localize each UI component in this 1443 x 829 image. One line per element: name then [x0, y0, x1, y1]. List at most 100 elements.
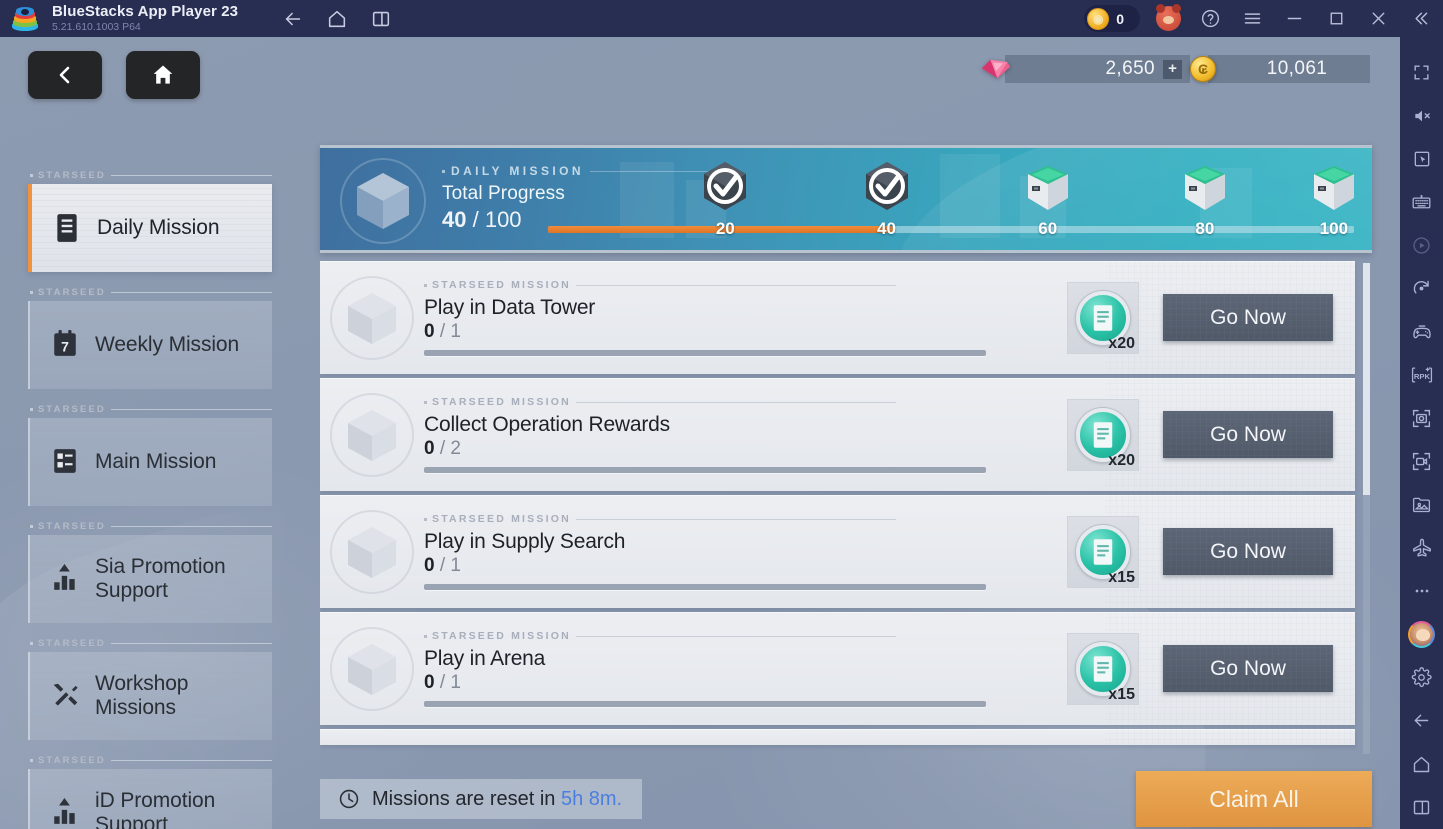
rotate-icon[interactable] [1400, 267, 1443, 310]
minimize-icon[interactable] [1281, 6, 1307, 32]
bar-chart-up-icon [52, 798, 80, 828]
collapse-rail-icon[interactable] [1407, 6, 1433, 32]
back-arrow-icon[interactable] [282, 8, 304, 30]
game-back-button[interactable] [28, 51, 102, 99]
go-now-button[interactable]: Go Now [1163, 528, 1333, 575]
total-progress-banner: DAILY MISSION Total Progress 40 / 100 20… [320, 145, 1372, 253]
reward-node-100[interactable]: 100 [1304, 166, 1364, 239]
mascot-avatar-icon[interactable] [1156, 4, 1181, 31]
fullscreen-icon[interactable] [1400, 51, 1443, 94]
tag-dot-icon [30, 525, 33, 528]
scrollbar-thumb[interactable] [1363, 263, 1370, 495]
sidebar-item-id-promotion-support[interactable]: iD Promotion Support [28, 769, 272, 829]
tag-dot-icon [30, 759, 33, 762]
mission-reward[interactable]: x15 [1067, 632, 1139, 705]
gamepad-icon[interactable] [1400, 310, 1443, 353]
coin-currency-group[interactable]: ₢ 10,061 [1190, 55, 1370, 83]
gem-icon [981, 59, 1011, 79]
cursor-pointer-icon[interactable] [1400, 137, 1443, 180]
reward-node-40[interactable]: 40 [857, 162, 917, 239]
mission-total: 1 [450, 321, 461, 342]
reward-node-60[interactable]: 60 [1018, 166, 1078, 239]
sidebar-item-daily-mission[interactable]: Daily Mission [28, 184, 272, 272]
sidebar-item-main-mission[interactable]: Main Mission [28, 418, 272, 506]
sidebar-item-label: Workshop Missions [95, 672, 189, 719]
gem-currency-group[interactable]: 2,650 + [979, 55, 1190, 83]
mission-tag-label: STARSEED MISSION [432, 279, 571, 291]
table-row-partial[interactable] [320, 729, 1355, 745]
bluestacks-points-coin-icon: ◉ [1087, 7, 1110, 30]
android-home-icon[interactable] [1400, 743, 1443, 786]
multi-instance-icon[interactable] [370, 8, 392, 30]
tag-rule [110, 526, 272, 527]
category-tag-label: STARSEED [38, 170, 106, 181]
banner-tag-label: DAILY MISSION [451, 164, 584, 178]
game-home-button[interactable] [126, 51, 200, 99]
mission-info: STARSEED MISSION Play in Data Tower 0 / … [424, 279, 1067, 356]
mission-tag-label: STARSEED MISSION [432, 513, 571, 525]
hamburger-menu-icon[interactable] [1239, 6, 1265, 32]
category-tag: STARSEED [28, 403, 272, 416]
settings-gear-icon[interactable] [1400, 656, 1443, 699]
eco-mode-icon[interactable] [1400, 526, 1443, 569]
titlebar-right-group: ◉ 0 [1084, 4, 1443, 32]
tag-dot-icon [424, 517, 427, 521]
user-avatar-icon[interactable] [1400, 613, 1443, 656]
category-tag: STARSEED [28, 637, 272, 650]
maximize-icon[interactable] [1323, 6, 1349, 32]
help-icon[interactable] [1197, 6, 1223, 32]
chest-unclaimed-icon [1019, 160, 1077, 223]
category-block-weekly: STARSEED 7 Weekly Mission [28, 286, 272, 389]
table-row[interactable]: STARSEED MISSION Play in Data Tower 0 / … [320, 261, 1355, 374]
tag-rule [575, 284, 896, 286]
mission-title: Play in Arena [424, 647, 546, 670]
mission-total: 2 [450, 438, 461, 459]
android-back-icon[interactable] [1400, 699, 1443, 742]
banner-cube-icon [340, 158, 426, 244]
reset-timer: Missions are reset in 5h 8m. [320, 779, 643, 819]
node-label: 60 [1038, 219, 1058, 238]
mission-progress-bar [424, 701, 986, 707]
reward-node-20[interactable]: 20 [695, 162, 755, 239]
reward-node-80[interactable]: 80 [1175, 166, 1235, 239]
tag-rule [575, 401, 896, 403]
sidebar-item-label: Weekly Mission [95, 333, 240, 357]
mute-icon[interactable] [1400, 94, 1443, 137]
table-row[interactable]: STARSEED MISSION Play in Supply Search 0… [320, 495, 1355, 608]
sidebar-item-weekly-mission[interactable]: 7 Weekly Mission [28, 301, 272, 389]
macro-play-icon[interactable] [1400, 224, 1443, 267]
media-manager-icon[interactable] [1400, 483, 1443, 526]
table-row[interactable]: STARSEED MISSION Collect Operation Rewar… [320, 378, 1355, 491]
mission-reward[interactable]: x20 [1067, 398, 1139, 471]
record-video-icon[interactable] [1400, 440, 1443, 483]
tag-rule [110, 292, 272, 293]
close-icon[interactable] [1365, 6, 1391, 32]
home-icon[interactable] [326, 8, 348, 30]
bluestacks-logo-icon [12, 6, 38, 32]
android-recents-icon[interactable] [1400, 786, 1443, 829]
keyboard-controls-icon[interactable] [1400, 181, 1443, 224]
go-now-button[interactable]: Go Now [1163, 294, 1333, 341]
app-version: 5.21.610.1003 P64 [52, 20, 141, 33]
category-tag: STARSEED [28, 169, 272, 182]
sidebar-item-workshop-missions[interactable]: Workshop Missions [28, 652, 272, 740]
rpk-icon[interactable]: RPK [1400, 354, 1443, 397]
screenshot-icon[interactable] [1400, 397, 1443, 440]
mission-list-scrollbar[interactable] [1363, 263, 1370, 754]
mission-info: STARSEED MISSION Collect Operation Rewar… [424, 396, 1067, 473]
more-options-icon[interactable] [1400, 570, 1443, 613]
reward-quantity: x15 [1108, 568, 1135, 586]
table-row[interactable]: STARSEED MISSION Play in Arena 0 / 1 x15… [320, 612, 1355, 725]
category-tag-label: STARSEED [38, 638, 106, 649]
sidebar-item-sia-promotion-support[interactable]: Sia Promotion Support [28, 535, 272, 623]
bluestacks-points-pill[interactable]: ◉ 0 [1084, 5, 1140, 32]
go-now-button[interactable]: Go Now [1163, 411, 1333, 458]
tools-icon [52, 681, 80, 711]
gem-add-button[interactable]: + [1163, 59, 1182, 79]
mission-reward[interactable]: x20 [1067, 281, 1139, 354]
panel-footer: Missions are reset in 5h 8m. Claim All [320, 762, 1372, 829]
mission-total: 1 [450, 672, 461, 693]
claim-all-button[interactable]: Claim All [1136, 771, 1372, 827]
go-now-button[interactable]: Go Now [1163, 645, 1333, 692]
mission-reward[interactable]: x15 [1067, 515, 1139, 588]
